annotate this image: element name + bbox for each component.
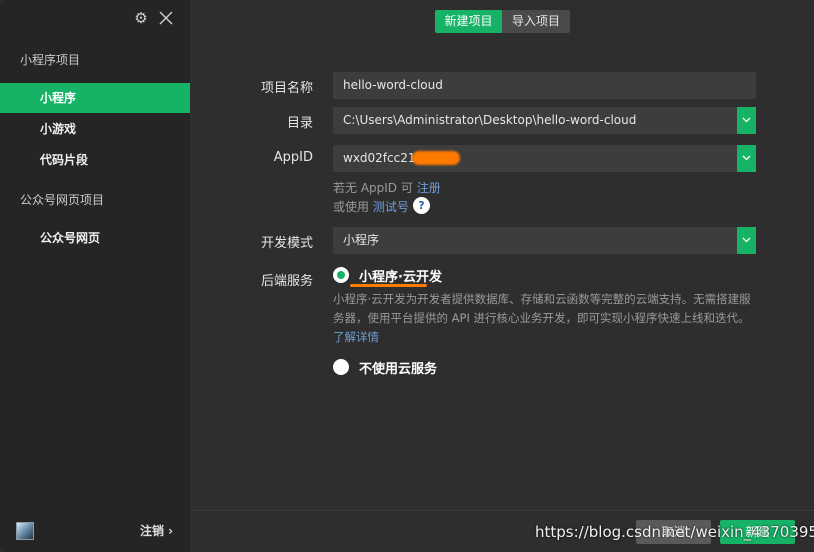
avatar[interactable] [16, 522, 34, 540]
sidebar: ⚙ 小程序项目 小程序 小游戏 代码片段 公众号网页项目 公众号网页 注销 › [0, 0, 190, 552]
project-type-tabs: 新建项目 导入项目 [435, 10, 570, 33]
sidebar-item-official-account-web[interactable]: 公众号网页 [0, 223, 190, 253]
logout-button[interactable]: 注销 › [140, 522, 173, 539]
test-account-hint: 或使用 测试号 [333, 198, 409, 215]
chevron-down-icon [742, 237, 751, 243]
help-icon[interactable]: ? [413, 197, 430, 214]
directory-label: 目录 [286, 116, 313, 131]
chevron-down-icon [742, 155, 751, 161]
register-link[interactable]: 注册 [417, 181, 441, 195]
or-use-text: 或使用 [333, 200, 370, 214]
appid-value: wxd02fcc21e [343, 151, 423, 165]
sidebar-top-icons: ⚙ [0, 0, 190, 36]
no-cloud-label[interactable]: 不使用云服务 [359, 358, 437, 377]
section-label-official-account: 公众号网页项目 [20, 193, 105, 207]
footer-divider [190, 510, 814, 511]
learn-more-link[interactable]: 了解详情 [333, 330, 379, 344]
watermark: https://blog.csdn.net/weixin_43703951 [535, 523, 814, 541]
close-icon[interactable] [158, 10, 174, 26]
directory-value: C:\Users\Administrator\Desktop\hello-wor… [343, 113, 637, 127]
sidebar-item-label: 代码片段 [40, 153, 89, 167]
appid-select[interactable]: wxd02fcc21e [333, 145, 756, 172]
chevron-down-icon [742, 117, 751, 123]
project-name-label: 项目名称 [260, 81, 313, 96]
dev-mode-dropdown-button[interactable] [737, 227, 756, 254]
backend-service-label: 后端服务 [260, 274, 313, 289]
sidebar-item-code-snippet[interactable]: 代码片段 [0, 145, 190, 175]
no-cloud-radio[interactable] [333, 359, 349, 375]
appid-dropdown-button[interactable] [737, 145, 756, 172]
directory-select[interactable]: C:\Users\Administrator\Desktop\hello-wor… [333, 107, 756, 134]
project-name-value: hello-word-cloud [343, 78, 443, 92]
cloud-dev-description: 小程序·云开发为开发者提供数据库、存储和云函数等完整的云端支持。无需搭建服务器，… [333, 290, 758, 347]
sidebar-item-label: 公众号网页 [40, 231, 101, 245]
dev-mode-label: 开发模式 [260, 236, 313, 251]
project-name-input[interactable]: hello-word-cloud [333, 72, 756, 99]
no-appid-text: 若无 AppID 可 [333, 181, 413, 195]
test-account-link[interactable]: 测试号 [373, 200, 409, 214]
tab-import-project[interactable]: 导入项目 [502, 10, 570, 33]
dev-mode-select[interactable]: 小程序 [333, 227, 756, 254]
appid-label: AppID [273, 150, 313, 165]
no-appid-hint: 若无 AppID 可 注册 [333, 179, 441, 196]
redaction-mark [412, 151, 460, 165]
sidebar-item-label: 小游戏 [40, 122, 77, 136]
sidebar-item-mini-program[interactable]: 小程序 [0, 83, 190, 113]
sidebar-item-mini-game[interactable]: 小游戏 [0, 114, 190, 144]
section-label-mini-program: 小程序项目 [20, 53, 81, 67]
cloud-dev-description-text: 小程序·云开发为开发者提供数据库、存储和云函数等完整的云端支持。无需搭建服务器，… [333, 292, 751, 325]
new-project-window: ⚙ 小程序项目 小程序 小游戏 代码片段 公众号网页项目 公众号网页 注销 › … [0, 0, 814, 552]
sidebar-item-label: 小程序 [40, 91, 77, 105]
cloud-dev-radio[interactable] [333, 267, 349, 283]
gear-icon[interactable]: ⚙ [133, 10, 149, 26]
highlight-underline [350, 284, 427, 287]
tab-new-project[interactable]: 新建项目 [435, 10, 502, 33]
dev-mode-value: 小程序 [343, 233, 380, 247]
directory-dropdown-button[interactable] [737, 107, 756, 134]
cloud-dev-label[interactable]: 小程序·云开发 [359, 266, 442, 285]
